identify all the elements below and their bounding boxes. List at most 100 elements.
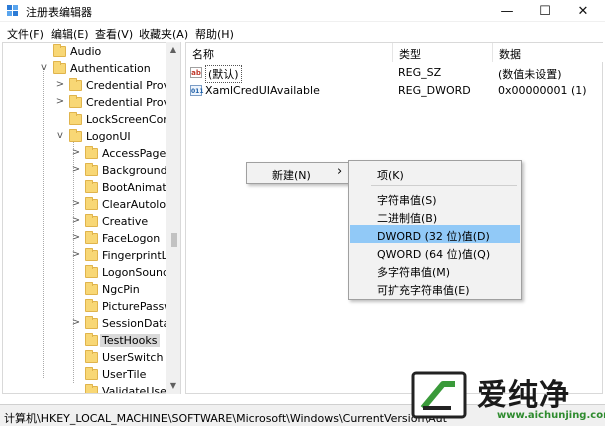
column-header-name[interactable]: 名称	[186, 43, 393, 62]
folder-icon	[53, 61, 66, 74]
tree-item-creative[interactable]: > Creative	[3, 213, 171, 230]
tree-expander[interactable]: >	[71, 198, 81, 210]
tree-item-label: TestHooks	[100, 334, 160, 347]
submenu-arrow-icon: ›	[337, 164, 343, 179]
tree-expander[interactable]	[71, 300, 81, 312]
status-path: 计算机\HKEY_LOCAL_MACHINE\SOFTWARE\Microsof…	[4, 412, 447, 425]
watermark-title: 爱纯净	[477, 378, 570, 413]
column-header-data[interactable]: 数据	[493, 43, 604, 62]
tree-item-label: UserSwitch	[102, 351, 164, 364]
submenu-item-label: DWORD (32 位)值(D)	[377, 230, 490, 243]
tree-scrollbar[interactable]	[166, 42, 180, 394]
close-button[interactable]: ✕	[565, 0, 601, 22]
submenu-item-key[interactable]: 项(K)	[350, 164, 520, 182]
menu-view[interactable]: 查看(V)	[95, 26, 133, 42]
tree-item-label: Audio	[70, 45, 102, 58]
tree-expander[interactable]	[71, 181, 81, 193]
folder-icon	[69, 95, 82, 108]
string-value-icon: ab	[190, 67, 202, 78]
tree-item-label: AccessPage	[102, 147, 167, 160]
tree-expander[interactable]: v	[39, 62, 49, 74]
tree-expander[interactable]: v	[55, 130, 65, 142]
folder-icon	[85, 214, 98, 227]
menu-help[interactable]: 帮助(H)	[195, 26, 234, 42]
tree-expander[interactable]	[55, 113, 65, 125]
submenu-item-label: 项(K)	[377, 169, 404, 182]
maximize-icon: ☐	[539, 3, 551, 19]
value-row-xamlcreduiavailable[interactable]: 011 XamlCredUIAvailable REG_DWORD 0x0000…	[186, 82, 604, 99]
submenu-item-qword-value[interactable]: QWORD (64 位)值(Q)	[350, 243, 520, 261]
value-type: REG_SZ	[398, 66, 442, 79]
tree-item-facelogon[interactable]: > FaceLogon	[3, 230, 171, 247]
submenu-item-label: QWORD (64 位)值(Q)	[377, 248, 491, 261]
tree-item-userswitch[interactable]: UserSwitch	[3, 349, 171, 366]
tree-item-label: SessionData	[102, 317, 171, 330]
tree-item-clearautologon[interactable]: > ClearAutologo	[3, 196, 180, 213]
tree-expander[interactable]: >	[71, 249, 81, 261]
scroll-up-icon[interactable]: ▲	[167, 44, 179, 56]
maximize-button[interactable]: ☐	[527, 0, 563, 22]
folder-icon	[53, 44, 66, 57]
tree-expander[interactable]: >	[55, 79, 65, 91]
tree-item-label: NgcPin	[102, 283, 140, 296]
minimize-icon: —	[500, 3, 514, 19]
value-name: XamlCredUIAvailable	[205, 84, 320, 97]
tree-item-accesspage[interactable]: > AccessPage	[3, 145, 171, 162]
tree-item-audio[interactable]: Audio	[3, 43, 171, 60]
tree-item-picturepassword[interactable]: PicturePasswo	[3, 298, 180, 315]
tree-expander[interactable]	[71, 351, 81, 363]
tree-expander[interactable]: >	[55, 96, 65, 108]
tree-item-credential-providers[interactable]: > Credential Provic	[3, 77, 179, 94]
folder-icon	[85, 197, 98, 210]
tree-expander[interactable]	[71, 283, 81, 295]
submenu-item-string-value[interactable]: 字符串值(S)	[350, 189, 520, 207]
tree-expander[interactable]	[71, 368, 81, 380]
tree-item-validateusername[interactable]: ValidateUserr	[3, 383, 176, 393]
context-menu: 新建(N) ›	[246, 162, 350, 184]
tree-item-bootanimation[interactable]: BootAnimatio	[3, 179, 176, 196]
tree-expander[interactable]: >	[71, 317, 81, 329]
menu-separator	[371, 185, 517, 186]
tree-expander[interactable]: >	[71, 147, 81, 159]
folder-icon	[85, 384, 98, 393]
title-bar: 注册表编辑器 — ☐ ✕	[0, 0, 605, 22]
tree-item-fingerprintlogon[interactable]: > FingerprintLo	[3, 247, 174, 264]
tree-expander[interactable]: >	[71, 164, 81, 176]
tree-item-authentication[interactable]: v Authentication	[3, 60, 171, 77]
menu-new[interactable]: 新建(N) ›	[247, 164, 349, 182]
menu-favorites[interactable]: 收藏夹(A)	[139, 26, 188, 42]
folder-icon	[85, 367, 98, 380]
menu-file[interactable]: 文件(F)	[7, 26, 44, 42]
value-row-default[interactable]: ab (默认) REG_SZ (数值未设置)	[186, 64, 604, 83]
scrollbar-thumb[interactable]	[171, 233, 177, 247]
scroll-down-icon[interactable]: ▼	[167, 380, 179, 392]
watermark-url: www.aichunjing.com	[497, 410, 605, 421]
tree-item-usertile[interactable]: UserTile	[3, 366, 171, 383]
submenu-item-dword-value[interactable]: DWORD (32 位)值(D)	[350, 225, 520, 243]
submenu-item-label: 字符串值(S)	[377, 194, 437, 207]
tree-expander[interactable]: >	[71, 232, 81, 244]
tree-item-background[interactable]: > Background	[3, 162, 171, 179]
tree-item-label: LogonUI	[86, 130, 131, 143]
tree-item-logonui[interactable]: v LogonUI	[3, 128, 171, 145]
tree-item-credential-provider-filters[interactable]: > Credential Provic	[3, 94, 179, 111]
tree-item-label: Authentication	[70, 62, 151, 75]
tree-item-label: FaceLogon	[102, 232, 161, 245]
submenu-item-binary-value[interactable]: 二进制值(B)	[350, 207, 520, 225]
tree-item-logonsoundplayer[interactable]: LogonSoundP	[3, 264, 177, 281]
tree-expander[interactable]	[71, 385, 81, 393]
minimize-button[interactable]: —	[489, 0, 525, 22]
submenu-item-multi-string-value[interactable]: 多字符串值(M)	[350, 261, 520, 279]
tree-expander[interactable]	[39, 45, 49, 57]
tree-item-ngcpin[interactable]: NgcPin	[3, 281, 171, 298]
submenu-item-expandable-string-value[interactable]: 可扩充字符串值(E)	[350, 279, 520, 297]
menu-edit[interactable]: 编辑(E)	[51, 26, 89, 42]
column-header-type[interactable]: 类型	[393, 43, 493, 62]
tree-item-lockscreencontent[interactable]: LockScreenConte	[3, 111, 180, 128]
tree-expander[interactable]	[71, 334, 81, 346]
tree-expander[interactable]: >	[71, 215, 81, 227]
tree-item-testhooks[interactable]: TestHooks	[3, 332, 171, 349]
key-tree-pane[interactable]: Audio v Authentication > Credential Prov…	[2, 42, 181, 394]
tree-item-sessiondata[interactable]: > SessionData	[3, 315, 171, 332]
tree-expander[interactable]	[71, 266, 81, 278]
